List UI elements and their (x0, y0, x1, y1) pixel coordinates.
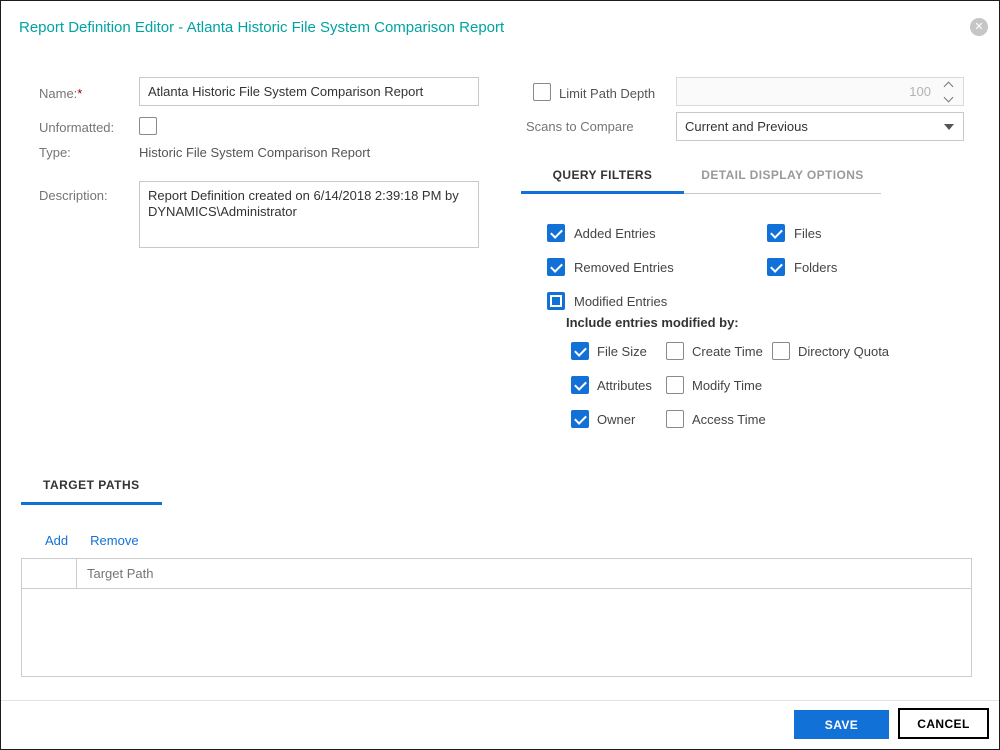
modified-by-row: File Size Create Time Directory Quota (571, 340, 889, 362)
table-header-row: Target Path (22, 559, 971, 589)
type-label: Type: (39, 145, 71, 160)
modify-time-checkbox[interactable] (666, 376, 684, 394)
scans-to-compare-dropdown[interactable]: Current and Previous (676, 112, 964, 141)
create-time-label: Create Time (692, 343, 763, 359)
filter-directory-quota: Directory Quota (772, 342, 889, 360)
access-time-label: Access Time (692, 411, 766, 427)
close-icon[interactable]: ✕ (970, 18, 988, 36)
unformatted-checkbox[interactable] (139, 117, 157, 135)
name-label: Name:* (39, 86, 83, 101)
tab-detail-display-options[interactable]: DETAIL DISPLAY OPTIONS (684, 162, 881, 194)
files-label: Files (794, 225, 822, 241)
owner-label: Owner (597, 411, 636, 427)
dialog-title: Report Definition Editor - Atlanta Histo… (19, 19, 505, 36)
add-link[interactable]: Add (45, 533, 68, 548)
chevron-down-icon (944, 123, 954, 130)
path-depth-stepper[interactable] (937, 80, 963, 104)
target-path-actions: Add Remove (45, 533, 139, 548)
stepper-down-icon[interactable] (943, 92, 953, 102)
modified-entries-label: Modified Entries (574, 293, 668, 309)
folders-checkbox[interactable] (767, 258, 785, 276)
description-input[interactable]: Report Definition created on 6/14/2018 2… (139, 181, 479, 248)
limit-path-depth-label: Limit Path Depth (559, 86, 656, 101)
added-entries-label: Added Entries (574, 225, 656, 241)
attributes-checkbox[interactable] (571, 376, 589, 394)
folders-label: Folders (794, 259, 838, 275)
description-label: Description: (39, 188, 108, 203)
footer-divider (1, 700, 999, 701)
scans-to-compare-value: Current and Previous (685, 119, 808, 134)
filter-removed-entries: Removed Entries (547, 258, 767, 276)
filter-file-size: File Size (571, 342, 666, 360)
selection-column-header (22, 559, 77, 588)
files-checkbox[interactable] (767, 224, 785, 242)
modify-time-label: Modify Time (692, 377, 763, 393)
include-entries-label: Include entries modified by: (566, 315, 739, 330)
query-filters-panel: Added Entries Files Removed Entries Fold… (547, 222, 987, 324)
modified-by-grid: File Size Create Time Directory Quota At… (571, 340, 889, 442)
cancel-button[interactable]: CANCEL (898, 708, 989, 739)
added-entries-checkbox[interactable] (547, 224, 565, 242)
target-paths-table: Target Path (21, 558, 972, 677)
filter-folders: Folders (767, 258, 987, 276)
limit-path-depth-checkbox[interactable] (533, 83, 551, 101)
removed-entries-checkbox[interactable] (547, 258, 565, 276)
modified-entries-checkbox[interactable] (547, 292, 565, 310)
filter-added-entries: Added Entries (547, 224, 767, 242)
removed-entries-label: Removed Entries (574, 259, 674, 275)
filter-modified-entries: Modified Entries (547, 292, 767, 310)
modified-by-row: Attributes Modify Time (571, 374, 889, 396)
directory-quota-label: Directory Quota (798, 343, 890, 359)
tab-target-paths[interactable]: TARGET PATHS (21, 478, 162, 505)
target-path-column-header: Target Path (87, 566, 154, 581)
filter-owner: Owner (571, 410, 666, 428)
filter-modify-time: Modify Time (666, 376, 772, 394)
required-marker: * (77, 86, 83, 101)
modified-by-row: Owner Access Time (571, 408, 889, 430)
scans-to-compare-label: Scans to Compare (526, 119, 634, 134)
file-size-checkbox[interactable] (571, 342, 589, 360)
path-depth-input[interactable] (677, 83, 937, 100)
save-button[interactable]: SAVE (794, 710, 889, 739)
filter-files: Files (767, 224, 987, 242)
filter-tabs: QUERY FILTERS DETAIL DISPLAY OPTIONS (521, 162, 881, 194)
directory-quota-checkbox[interactable] (772, 342, 790, 360)
owner-checkbox[interactable] (571, 410, 589, 428)
file-size-label: File Size (597, 343, 647, 359)
create-time-checkbox[interactable] (666, 342, 684, 360)
attributes-label: Attributes (597, 377, 652, 393)
unformatted-label: Unformatted: (39, 120, 115, 135)
remove-link[interactable]: Remove (90, 533, 138, 548)
path-depth-field[interactable] (676, 77, 964, 106)
filter-create-time: Create Time (666, 342, 772, 360)
stepper-up-icon[interactable] (943, 81, 953, 91)
access-time-checkbox[interactable] (666, 410, 684, 428)
filter-attributes: Attributes (571, 376, 666, 394)
filter-row: Added Entries Files (547, 222, 987, 244)
name-input[interactable] (139, 77, 479, 106)
type-value: Historic File System Comparison Report (139, 145, 371, 160)
filter-row: Removed Entries Folders (547, 256, 987, 278)
filter-access-time: Access Time (666, 410, 772, 428)
filter-row: Modified Entries (547, 290, 987, 312)
tab-query-filters[interactable]: QUERY FILTERS (521, 162, 684, 194)
